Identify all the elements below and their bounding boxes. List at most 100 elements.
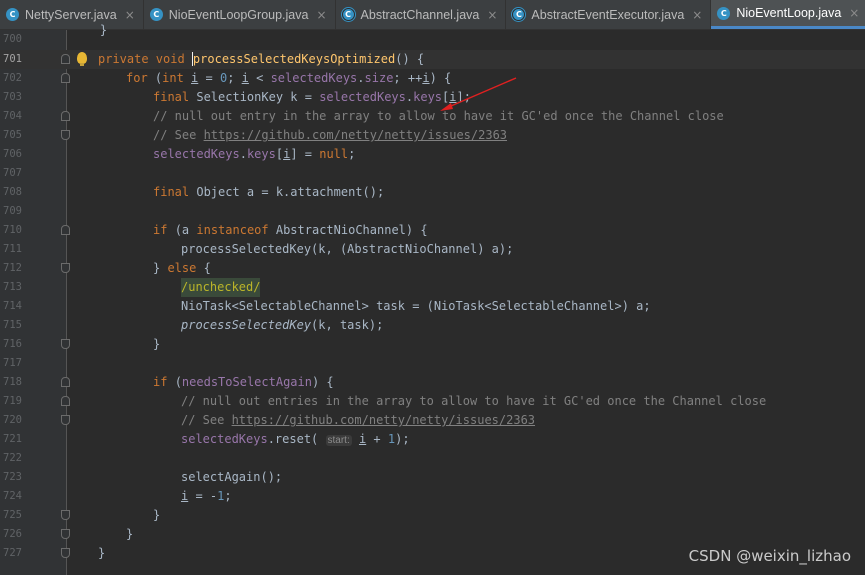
fold-toggle-icon[interactable]: [61, 263, 70, 273]
code-text: processSelectedKey(k, task);: [181, 316, 383, 335]
code-token: (a: [174, 223, 197, 237]
code-token: = -: [188, 489, 218, 503]
code-text: if (a instanceof AbstractNioChannel) {: [153, 221, 428, 240]
line-number: 705: [3, 129, 22, 141]
code-text: }: [153, 508, 161, 522]
close-icon[interactable]: ×: [316, 8, 326, 22]
code-text: } else {: [153, 259, 211, 278]
line-number: 714: [3, 300, 22, 312]
field: selectedKeys: [319, 90, 406, 104]
code-token: [: [275, 147, 284, 161]
code-token: <: [248, 71, 271, 85]
line-number: 712: [3, 262, 22, 274]
code-line: 707: [0, 164, 865, 183]
keyword: final: [153, 90, 197, 104]
tab-label: NioEventLoopGroup.java: [168, 7, 309, 22]
code-token: .: [239, 147, 247, 161]
line-number: 708: [3, 186, 22, 198]
code-line: 720 // See https://github.com/netty/nett…: [0, 411, 865, 430]
fold-toggle-icon[interactable]: [61, 73, 70, 83]
code-text: final SelectionKey k = selectedKeys.keys…: [153, 88, 471, 107]
code-token: {: [203, 261, 211, 275]
fold-toggle-icon[interactable]: [61, 54, 70, 64]
code-line: 709: [0, 202, 865, 221]
fold-toggle-icon[interactable]: [61, 396, 70, 406]
code-text: }: [71, 23, 108, 37]
line-number: 709: [3, 205, 22, 217]
keyword: instanceof: [196, 223, 276, 237]
fold-toggle-icon[interactable]: [61, 510, 70, 520]
code-token: }: [153, 261, 168, 275]
abstract-class-icon: C: [341, 8, 355, 21]
field: selectedKeys: [153, 147, 240, 161]
line-number: 724: [3, 490, 22, 502]
code-text: i = -1;: [181, 487, 232, 506]
close-icon[interactable]: ×: [692, 8, 702, 22]
code-text: }: [153, 337, 161, 351]
class-icon: C: [717, 6, 731, 20]
code-text: for (int i = 0; i < selectedKeys.size; +…: [126, 69, 451, 88]
code-token: ; ++: [393, 71, 423, 85]
close-icon[interactable]: ×: [125, 8, 135, 22]
code-text: selectedKeys.reset( start: i + 1);: [181, 430, 410, 450]
code-line: 706 selectedKeys.keys[i] = null;: [0, 145, 865, 164]
code-line: 708 final Object a = k.attachment();: [0, 183, 865, 202]
line-number: 723: [3, 471, 22, 483]
line-number: 711: [3, 243, 22, 255]
code-token: );: [395, 432, 410, 446]
comment-link[interactable]: https://github.com/netty/netty/issues/23…: [232, 413, 535, 427]
line-number: 704: [3, 110, 22, 122]
code-comment: // See: [181, 413, 232, 427]
code-line: 711 processSelectedKey(k, (AbstractNioCh…: [0, 240, 865, 259]
lightbulb-icon[interactable]: [77, 52, 87, 66]
fold-toggle-icon[interactable]: [61, 111, 70, 121]
tab-abstracteventexecutor[interactable]: C AbstractEventExecutor.java ×: [506, 0, 712, 29]
code-line: 719 // null out entries in the array to …: [0, 392, 865, 411]
line-number: 710: [3, 224, 22, 236]
fold-toggle-icon[interactable]: [61, 415, 70, 425]
close-icon[interactable]: ×: [487, 8, 497, 22]
fold-toggle-icon[interactable]: [61, 339, 70, 349]
line-number: 720: [3, 414, 22, 426]
field: selectedKeys: [181, 432, 268, 446]
close-icon[interactable]: ×: [849, 6, 859, 20]
tab-nioeventloop[interactable]: C NioEventLoop.java ×: [711, 0, 865, 29]
code-token: +: [366, 432, 388, 446]
code-text: // See https://github.com/netty/netty/is…: [181, 411, 535, 430]
annotation: /unchecked/: [181, 278, 261, 297]
fold-toggle-icon[interactable]: [61, 529, 70, 539]
comment-link[interactable]: https://github.com/netty/netty/issues/23…: [204, 128, 507, 142]
fold-toggle-icon[interactable]: [61, 548, 70, 558]
line-number: 726: [3, 528, 22, 540]
field: needsToSelectAgain: [181, 375, 312, 389]
watermark: CSDN @weixin_lizhao: [688, 547, 851, 565]
code-token: ] =: [290, 147, 320, 161]
tab-label: NioEventLoop.java: [736, 6, 842, 20]
code-token: Object a = k.attachment();: [196, 185, 385, 199]
editor-tab-bar: C NettyServer.java × C NioEventLoopGroup…: [0, 0, 865, 30]
code-text: NioTask<SelectableChannel> task = (NioTa…: [181, 299, 651, 313]
tab-nioeventloopgroup[interactable]: C NioEventLoopGroup.java ×: [144, 0, 336, 29]
class-icon: C: [149, 8, 163, 21]
line-number: 713: [3, 281, 22, 293]
fold-toggle-icon[interactable]: [61, 225, 70, 235]
code-line: 724 i = -1;: [0, 487, 865, 506]
parameter-hint: start:: [325, 435, 352, 446]
code-token: ;: [224, 489, 232, 503]
line-number: 721: [3, 433, 22, 445]
code-text: selectAgain();: [181, 470, 283, 484]
code-line: 713 /unchecked/: [0, 278, 865, 297]
tab-label: AbstractChannel.java: [360, 7, 480, 22]
fold-toggle-icon[interactable]: [61, 377, 70, 387]
code-line: 721 selectedKeys.reset( start: i + 1);: [0, 430, 865, 449]
line-number: 727: [3, 547, 22, 559]
code-editor[interactable]: 700 } 701 private void processSelectedKe…: [0, 23, 865, 575]
code-text: private void processSelectedKeysOptimize…: [98, 50, 424, 69]
tab-abstractchannel[interactable]: C AbstractChannel.java ×: [336, 0, 507, 29]
code-line: 722: [0, 449, 865, 468]
code-line: 712 } else {: [0, 259, 865, 278]
variable: i: [241, 71, 249, 85]
fold-toggle-icon[interactable]: [61, 130, 70, 140]
method-call: processSelectedKey: [181, 318, 312, 332]
line-number: 715: [3, 319, 22, 331]
